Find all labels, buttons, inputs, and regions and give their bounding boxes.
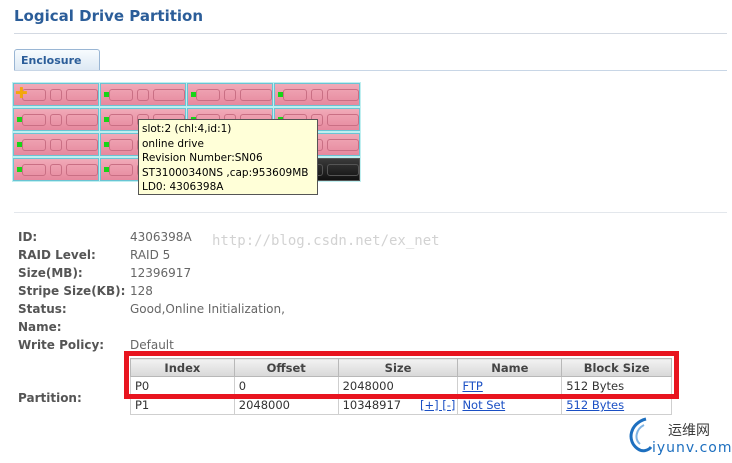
- tooltip-model: ST31000340NS ,cap:953609MB: [142, 166, 309, 179]
- expand-shrink-links[interactable]: [+] [-]: [420, 398, 455, 412]
- col-header-size: Size: [337, 358, 459, 377]
- drive-tooltip: slot:2 (chl:4,id:1) online drive Revisio…: [138, 119, 318, 195]
- online-led-icon: [17, 142, 22, 147]
- col-header-name: Name: [457, 358, 563, 377]
- hot-spare-plus-icon: ✚: [15, 84, 28, 102]
- section-divider: [14, 212, 727, 213]
- page-title: Logical Drive Partition: [14, 7, 204, 25]
- tab-divider: [14, 70, 727, 71]
- logo-text-domain: iyunv.com: [652, 440, 732, 456]
- cell-index: P1: [130, 395, 235, 415]
- tooltip-logical-drive: LD0: 4306398A: [142, 181, 224, 193]
- table-row: P1 2048000 10348917 [+] [-] Not Set 512 …: [130, 395, 672, 415]
- drive-slot-1[interactable]: ✚: [13, 83, 99, 106]
- stripe-size-label: Stripe Size(KB):: [18, 284, 126, 298]
- cell-offset: 0: [233, 376, 339, 396]
- drive-slot-4[interactable]: [274, 83, 360, 106]
- online-led-icon: [104, 92, 109, 97]
- tooltip-revision: Revision Number:SN06: [142, 152, 263, 164]
- id-label: ID:: [18, 230, 38, 244]
- drive-slot-5[interactable]: [13, 108, 99, 131]
- online-led-icon: [17, 117, 22, 122]
- stripe-size-value: 128: [130, 284, 153, 298]
- watermark: http://blog.csdn.net/ex_net: [212, 233, 440, 249]
- cell-block-size: 512 Bytes: [561, 395, 672, 415]
- cell-controls: [416, 376, 459, 396]
- size-value: 12396917: [130, 266, 192, 280]
- col-header-index: Index: [130, 358, 235, 377]
- status-label: Status:: [18, 302, 67, 316]
- drive-slot-9[interactable]: [13, 133, 99, 156]
- drive-slot-2[interactable]: [100, 83, 186, 106]
- online-led-icon: [104, 117, 109, 122]
- logo-swirl-icon: [629, 417, 653, 453]
- tab-enclosure[interactable]: Enclosure: [14, 49, 100, 70]
- col-header-offset: Offset: [233, 358, 339, 377]
- write-policy-value: Default: [130, 338, 174, 352]
- status-value: Good,Online Initialization,: [130, 302, 285, 316]
- cell-size: 2048000: [337, 376, 417, 396]
- partition-table: Index Offset Size Name Block Size P0 0 2…: [130, 358, 672, 415]
- cell-block-size: 512 Bytes: [561, 376, 672, 396]
- partition-name-link[interactable]: FTP: [462, 379, 482, 393]
- tooltip-state: online drive: [142, 137, 204, 150]
- partition-name-link[interactable]: Not Set: [462, 398, 505, 412]
- cell-index: P0: [130, 376, 235, 396]
- cell-size: 10348917: [337, 395, 417, 415]
- online-led-icon: [104, 142, 109, 147]
- partition-label: Partition:: [18, 391, 82, 405]
- table-row: P0 0 2048000 FTP 512 Bytes: [130, 376, 672, 396]
- logo-text-cn: 运维网: [668, 423, 710, 439]
- online-led-icon: [278, 92, 283, 97]
- raid-level-value: RAID 5: [130, 248, 171, 262]
- raid-level-label: RAID Level:: [18, 248, 96, 262]
- size-label: Size(MB):: [18, 266, 83, 280]
- cell-offset: 2048000: [233, 395, 339, 415]
- table-header-row: Index Offset Size Name Block Size: [130, 358, 672, 377]
- cell-controls: [+] [-]: [416, 395, 459, 415]
- online-led-icon: [17, 167, 22, 172]
- col-header-block-size: Block Size: [561, 358, 672, 377]
- name-label: Name:: [18, 320, 62, 334]
- online-led-icon: [191, 92, 196, 97]
- drive-slot-13[interactable]: [13, 158, 99, 181]
- cell-name: FTP: [457, 376, 563, 396]
- id-value: 4306398A: [130, 230, 192, 244]
- block-size-link[interactable]: 512 Bytes: [566, 398, 624, 412]
- drive-slot-3[interactable]: [187, 83, 273, 106]
- write-policy-label: Write Policy:: [18, 338, 105, 352]
- online-led-icon: [104, 167, 109, 172]
- tooltip-slot: slot:2 (chl:4,id:1): [142, 123, 232, 135]
- title-divider: [14, 33, 727, 34]
- cell-name: Not Set: [457, 395, 563, 415]
